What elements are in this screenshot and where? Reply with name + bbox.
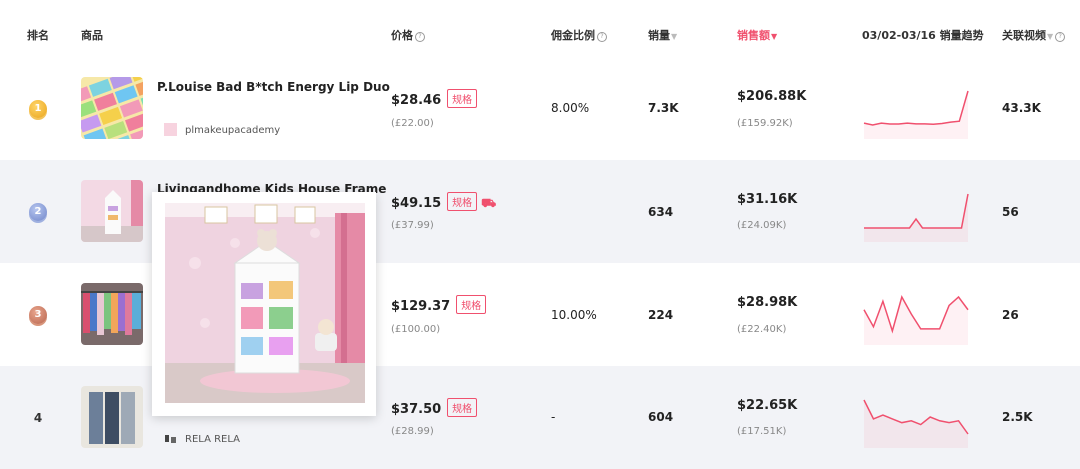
sparkline-area [864,400,968,448]
shop-avatar-icon [164,123,177,136]
commission: 10.00% [551,308,597,322]
related-videos[interactable]: 2.5K [1002,410,1033,424]
revenue-local: (£17.51K) [737,426,787,437]
spec-tag[interactable]: 规格 [447,192,478,211]
table-row[interactable]: 1 P.Louise Bad B*tch Energy Lip Duo plma… [0,57,1080,160]
price-value: $49.15 [391,196,442,211]
rank-medal-bronze-icon: 3 [29,305,47,324]
rank-medal-gold-icon: 1 [29,99,47,118]
revenue: $28.98K [737,295,798,310]
header-commission-label: 佣金比例 [551,29,595,42]
header-sales[interactable]: 销量▼ [648,27,677,43]
revenue: $22.65K [737,398,798,413]
price: $28.46 规格 [391,89,478,108]
sparkline-line [863,90,969,126]
product-thumbnail[interactable] [81,283,143,345]
help-icon[interactable]: ? [597,32,607,42]
revenue: $206.88K [737,89,807,104]
product-preview-image [165,203,365,403]
price-local: (£22.00) [391,118,434,129]
sparkline-area [864,91,968,139]
header-rank: 排名 [27,29,49,42]
product-thumbnail[interactable] [81,77,143,139]
shop-name[interactable]: plmakeupacademy [164,123,280,136]
delivery-truck-icon: ⛟ [481,196,497,210]
sales: 7.3K [648,101,679,115]
spec-tag[interactable]: 规格 [447,398,478,417]
rank-medal-silver-icon: 2 [29,202,47,221]
help-icon[interactable]: ? [415,32,425,42]
header-videos[interactable]: 关联视频▼? [1002,27,1066,43]
commission: 8.00% [551,101,590,115]
sort-desc-icon[interactable]: ▼ [771,32,777,41]
header-price-label: 价格 [391,29,413,42]
revenue-local: (£159.92K) [737,118,793,129]
sort-icon[interactable]: ▼ [1047,32,1053,41]
rank-number: 4 [33,410,43,425]
shop-label: plmakeupacademy [185,125,281,136]
sales-trend-sparkline[interactable] [858,388,974,448]
spec-tag[interactable]: 规格 [456,295,487,314]
header-revenue[interactable]: 销售额▼ [737,27,777,43]
sales: 634 [648,205,674,219]
header-sales-label: 销量 [648,29,670,42]
header-price[interactable]: 价格? [391,27,425,43]
sales-trend-sparkline[interactable] [858,182,974,242]
product-name[interactable]: P.Louise Bad B*tch Energy Lip Duo [157,80,390,94]
revenue: $31.16K [737,192,798,207]
price-value: $129.37 [391,299,451,314]
sales-trend-sparkline[interactable] [858,79,974,139]
related-videos[interactable]: 56 [1002,205,1019,219]
header-videos-label: 关联视频 [1002,29,1046,42]
related-videos[interactable]: 26 [1002,308,1019,322]
shop-avatar-icon [164,432,177,445]
shop-name[interactable]: RELA RELA [164,432,240,445]
sales: 604 [648,410,674,424]
product-thumbnail[interactable] [81,180,143,242]
price-value: $28.46 [391,93,442,108]
header-product: 商品 [81,29,103,42]
help-icon[interactable]: ? [1055,32,1066,42]
product-image-preview-popup [152,192,376,416]
shop-label: RELA RELA [185,434,240,445]
header-trend: 03/02-03/16 销量趋势 [862,29,984,42]
price-local: (£100.00) [391,324,441,335]
header-commission[interactable]: 佣金比例? [551,27,607,43]
product-thumbnail[interactable] [81,386,143,448]
sales-trend-sparkline[interactable] [858,285,974,345]
sales: 224 [648,308,674,322]
revenue-local: (£22.40K) [737,324,787,335]
price-value: $37.50 [391,402,442,417]
price-local: (£28.99) [391,426,434,437]
price: $37.50 规格 [391,398,478,417]
header-revenue-label: 销售额 [737,29,770,42]
table-header: 排名 商品 价格? 佣金比例? 销量▼ 销售额▼ 03/02-03/16 销量趋… [0,0,1080,57]
spec-tag[interactable]: 规格 [447,89,478,108]
price: $129.37 规格 [391,295,487,314]
price-local: (£37.99) [391,220,434,231]
commission: - [551,410,556,424]
revenue-local: (£24.09K) [737,220,787,231]
related-videos[interactable]: 43.3K [1002,101,1041,115]
price: $49.15 规格 ⛟ [391,192,496,212]
sort-icon[interactable]: ▼ [671,32,677,41]
